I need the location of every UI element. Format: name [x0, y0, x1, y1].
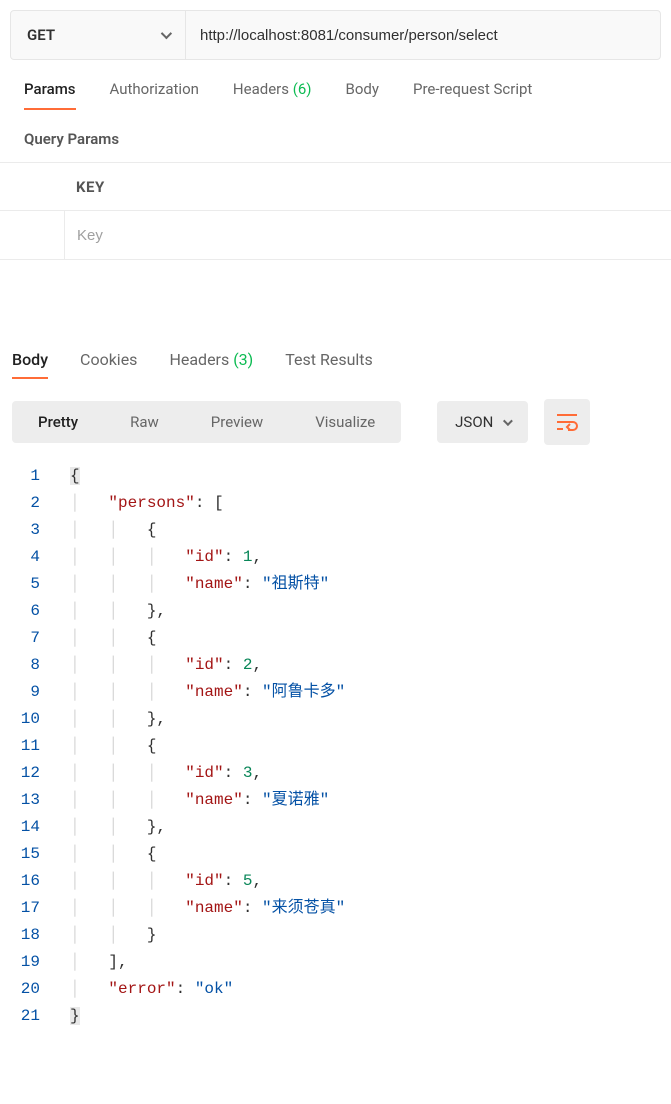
query-params-title: Query Params [0, 110, 671, 162]
language-label: JSON [455, 413, 493, 431]
query-params-table: KEY [0, 162, 671, 260]
request-tabs: Params Authorization Headers (6) Body Pr… [0, 80, 671, 110]
request-bar: GET [10, 10, 661, 60]
response-tabs: Body Cookies Headers (3) Test Results [0, 350, 671, 379]
tab-params[interactable]: Params [24, 80, 76, 110]
wrap-icon [556, 413, 578, 431]
view-mode-segment: Pretty Raw Preview Visualize [12, 401, 401, 443]
view-bar: Pretty Raw Preview Visualize JSON [0, 379, 671, 457]
tab-headers-label: Headers [233, 80, 289, 98]
tab-headers[interactable]: Headers (6) [233, 80, 312, 110]
resp-tab-test-results[interactable]: Test Results [285, 350, 373, 379]
table-row [64, 211, 671, 259]
tab-body[interactable]: Body [346, 80, 379, 110]
http-method-label: GET [27, 26, 55, 44]
resp-headers-label: Headers [169, 350, 229, 369]
resp-tab-body[interactable]: Body [12, 350, 48, 379]
language-dropdown[interactable]: JSON [437, 401, 528, 443]
http-method-selector[interactable]: GET [11, 11, 186, 59]
param-key-input[interactable] [77, 227, 671, 244]
resp-tab-headers[interactable]: Headers (3) [169, 350, 253, 379]
resp-tab-cookies[interactable]: Cookies [80, 350, 137, 379]
response-body-code[interactable]: 1{ 2│ "persons": [ 3│ │ { 4│ │ │ "id": 1… [0, 457, 671, 1050]
view-preview-button[interactable]: Preview [185, 401, 289, 443]
resp-headers-count-badge: (3) [233, 350, 253, 369]
tab-prerequest-script[interactable]: Pre-request Script [413, 80, 532, 110]
view-visualize-button[interactable]: Visualize [289, 401, 401, 443]
key-column-header: KEY [0, 163, 671, 211]
tab-authorization[interactable]: Authorization [110, 80, 199, 110]
url-input[interactable] [186, 11, 660, 59]
wrap-line-button[interactable] [544, 399, 590, 445]
chevron-down-icon [161, 28, 172, 39]
headers-count-badge: (6) [293, 80, 312, 98]
view-pretty-button[interactable]: Pretty [12, 401, 104, 443]
chevron-down-icon [503, 416, 513, 426]
view-raw-button[interactable]: Raw [104, 401, 185, 443]
